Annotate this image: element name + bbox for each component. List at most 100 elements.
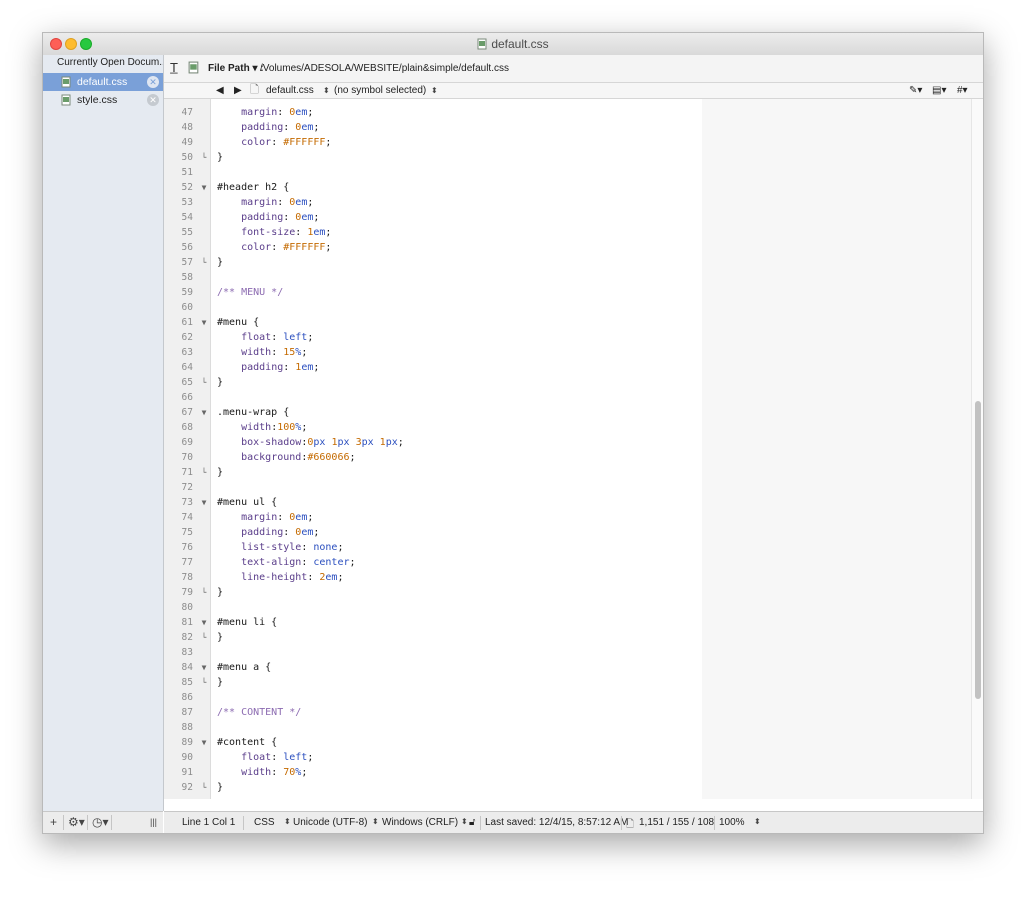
encoding-menu[interactable]: Unicode (UTF-8) [293, 817, 367, 828]
code-line[interactable]: 83 [164, 645, 971, 660]
add-icon[interactable]: + [50, 815, 57, 830]
code-text: list-style: none; [241, 542, 344, 553]
sidebar-item-default-css[interactable]: default.css ✕ [43, 73, 163, 91]
fold-marker[interactable]: ▼ [199, 495, 209, 510]
lock-icon[interactable]: 🔓︎ [469, 817, 475, 828]
code-line[interactable]: 75 padding: 0em; [164, 525, 971, 540]
code-line[interactable]: 66 [164, 390, 971, 405]
code-line[interactable]: 73 ▼ #menu ul { [164, 495, 971, 510]
fold-marker[interactable]: └ [199, 780, 209, 795]
code-line[interactable]: 59 /** MENU */ [164, 285, 971, 300]
code-line[interactable]: 86 [164, 690, 971, 705]
code-line[interactable]: 60 [164, 300, 971, 315]
symbol-menu[interactable]: (no symbol selected) [334, 84, 426, 97]
document-icon[interactable] [188, 61, 200, 74]
code-line[interactable]: 79 └} [164, 585, 971, 600]
language-arrows-icon[interactable]: ⬍ [284, 817, 291, 826]
code-line[interactable]: 71 └} [164, 465, 971, 480]
code-line[interactable]: 77 text-align: center; [164, 555, 971, 570]
line-endings-menu[interactable]: Windows (CRLF) [382, 817, 458, 828]
sidebar-item-style-css[interactable]: style.css ✕ [43, 91, 163, 109]
fold-marker[interactable]: ▼ [199, 180, 209, 195]
fold-marker[interactable]: └ [199, 630, 209, 645]
code-line[interactable]: 55 font-size: 1em; [164, 225, 971, 240]
code-line[interactable]: 61 ▼ #menu { [164, 315, 971, 330]
file-path-label[interactable]: File Path ▾ : [208, 63, 264, 74]
gear-icon[interactable]: ⚙▾ [68, 815, 85, 830]
scrollbar-thumb[interactable] [975, 401, 981, 699]
fold-marker[interactable]: ▼ [199, 315, 209, 330]
code-text: } [217, 677, 224, 688]
code-line[interactable]: 54 padding: 0em; [164, 210, 971, 225]
code-line[interactable]: 89 ▼ #content { [164, 735, 971, 750]
fold-marker[interactable]: └ [199, 675, 209, 690]
code-line[interactable]: 69 box-shadow:0px 1px 3px 1px; [164, 435, 971, 450]
code-line[interactable]: 47 margin: 0em; [164, 105, 971, 120]
fold-marker[interactable]: └ [199, 375, 209, 390]
zoom-level[interactable]: 100% [719, 817, 745, 828]
file-menu[interactable]: default.css [266, 84, 314, 97]
forward-arrow-icon[interactable]: ▶ [234, 84, 242, 97]
code-line[interactable]: 53 margin: 0em; [164, 195, 971, 210]
code-line[interactable]: 92 └} [164, 780, 971, 795]
pen-menu-icon[interactable]: ✎▾ [909, 84, 922, 97]
file-icon: 🗋 [250, 84, 259, 96]
code-line[interactable]: 58 [164, 270, 971, 285]
code-line[interactable]: 64 padding: 1em; [164, 360, 971, 375]
code-line[interactable]: 85 └} [164, 675, 971, 690]
fold-marker[interactable]: └ [199, 465, 209, 480]
resize-handle-icon[interactable]: ||| [150, 815, 157, 830]
back-arrow-icon[interactable]: ◀ [216, 84, 224, 97]
symbol-menu-arrows-icon[interactable]: ⬍ [431, 84, 438, 97]
code-line[interactable]: 51 [164, 165, 971, 180]
fold-marker[interactable]: ▼ [199, 660, 209, 675]
document-menu-icon[interactable]: ▤▾ [932, 84, 946, 97]
code-line[interactable]: 87 /** CONTENT */ [164, 705, 971, 720]
code-line[interactable]: 48 padding: 0em; [164, 120, 971, 135]
fold-marker[interactable]: └ [199, 255, 209, 270]
code-line[interactable]: 82 └} [164, 630, 971, 645]
text-options-icon[interactable]: T̲ [170, 60, 178, 75]
code-line[interactable]: 78 line-height: 2em; [164, 570, 971, 585]
fold-marker[interactable]: ▼ [199, 735, 209, 750]
fold-marker[interactable]: ▼ [199, 405, 209, 420]
code-line[interactable]: 84 ▼ #menu a { [164, 660, 971, 675]
code-line[interactable]: 88 [164, 720, 971, 735]
vertical-scrollbar[interactable] [971, 99, 983, 799]
line-endings-arrows-icon[interactable]: ⬍ [461, 817, 468, 826]
code-line[interactable]: 67 ▼ .menu-wrap { [164, 405, 971, 420]
fold-marker[interactable]: └ [199, 150, 209, 165]
zoom-arrows-icon[interactable]: ⬍ [754, 817, 761, 826]
code-line[interactable]: 62 float: left; [164, 330, 971, 345]
code-line[interactable]: 81 ▼ #menu li { [164, 615, 971, 630]
code-line[interactable]: 70 background:#660066; [164, 450, 971, 465]
fold-marker[interactable]: ▼ [199, 615, 209, 630]
code-text: } [217, 467, 224, 478]
code-line[interactable]: 74 margin: 0em; [164, 510, 971, 525]
file-menu-arrows-icon[interactable]: ⬍ [323, 84, 330, 97]
close-document-icon[interactable]: ✕ [147, 76, 159, 88]
code-line[interactable]: 63 width: 15%; [164, 345, 971, 360]
encoding-arrows-icon[interactable]: ⬍ [372, 817, 379, 826]
cursor-position[interactable]: Line 1 Col 1 [182, 817, 235, 828]
code-line[interactable]: 52 ▼ #header h2 { [164, 180, 971, 195]
code-line[interactable]: 68 width:100%; [164, 420, 971, 435]
code-line[interactable]: 72 [164, 480, 971, 495]
code-line[interactable]: 80 [164, 600, 971, 615]
code-line[interactable]: 56 color: #FFFFFF; [164, 240, 971, 255]
close-document-icon[interactable]: ✕ [147, 94, 159, 106]
code-line[interactable]: 90 float: left; [164, 750, 971, 765]
code-line[interactable]: 76 list-style: none; [164, 540, 971, 555]
clock-icon[interactable]: ◷▾ [92, 815, 109, 830]
text-editor[interactable]: 47 margin: 0em; 48 padding: 0em; 49 color:… [164, 99, 983, 811]
fold-marker[interactable]: └ [199, 585, 209, 600]
code-line[interactable]: 50 └} [164, 150, 971, 165]
code-line[interactable]: 49 color: #FFFFFF; [164, 135, 971, 150]
code-line[interactable]: 91 width: 70%; [164, 765, 971, 780]
hash-menu-icon[interactable]: #▾ [957, 84, 968, 97]
code-line[interactable]: 65 └} [164, 375, 971, 390]
language-menu[interactable]: CSS [254, 817, 275, 828]
code-line[interactable]: 57 └} [164, 255, 971, 270]
document-counts[interactable]: 1,151 / 155 / 108 [639, 817, 714, 828]
line-number: 85 [181, 677, 193, 688]
